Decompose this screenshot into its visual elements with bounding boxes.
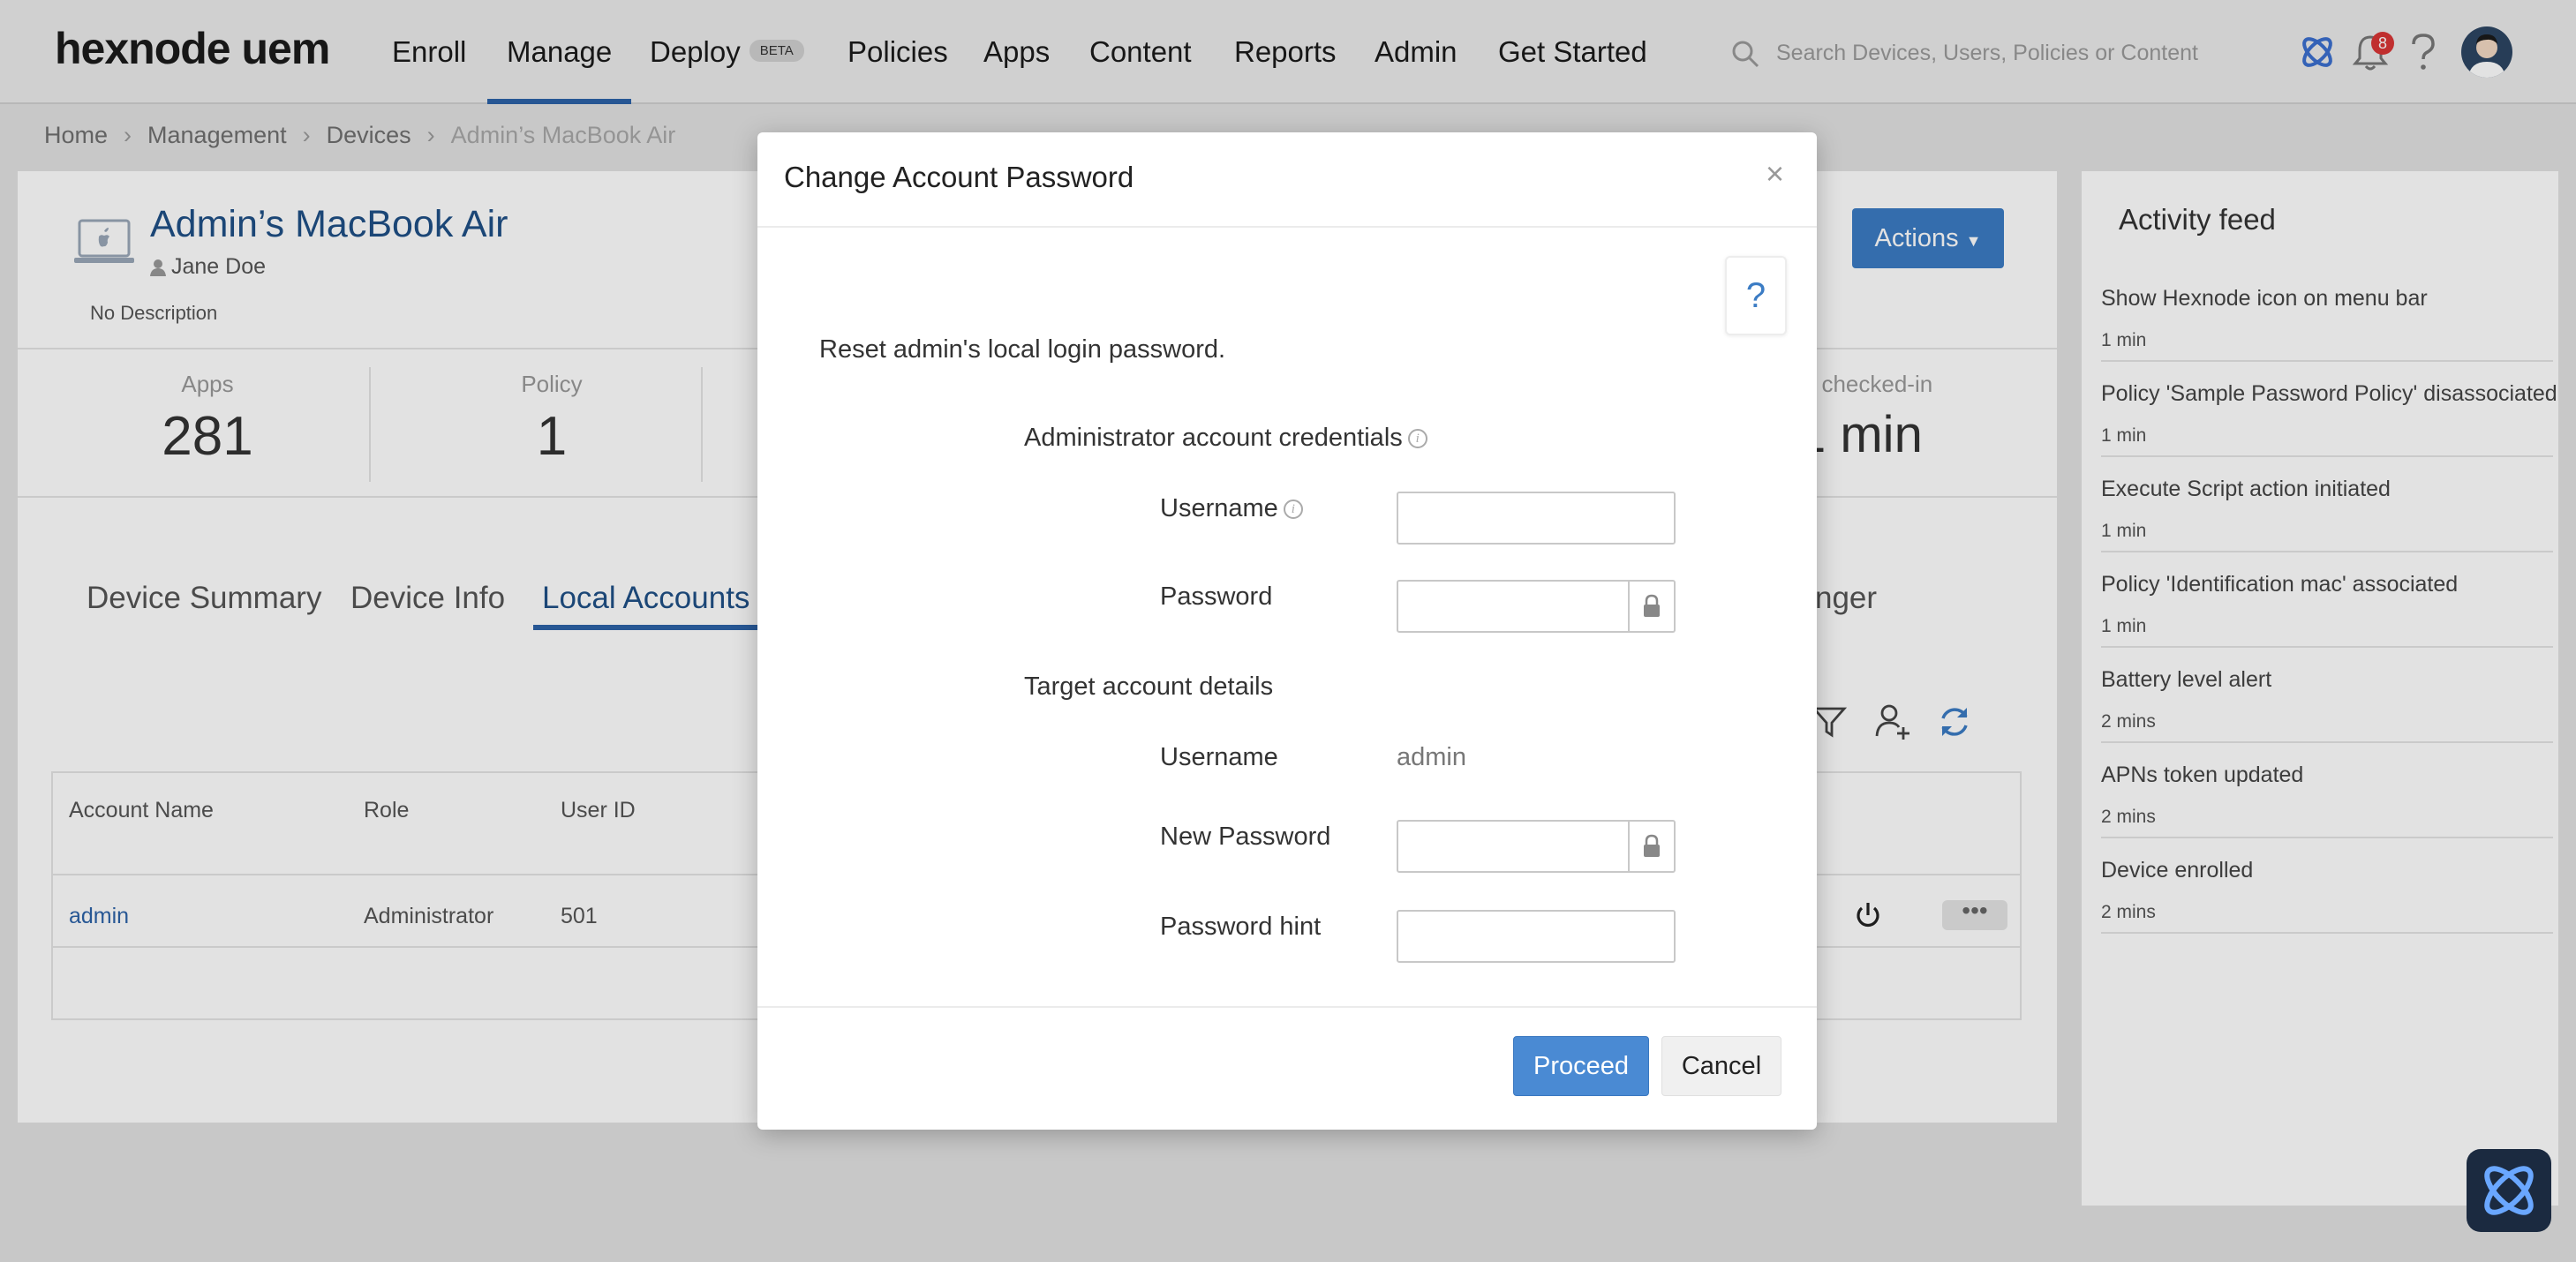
password-hint-input[interactable] bbox=[1397, 910, 1676, 963]
password-lock-toggle[interactable] bbox=[1630, 580, 1676, 633]
admin-credentials-heading: Administrator account credentials i bbox=[1024, 424, 1427, 453]
change-account-password-dialog: Change Account Password × ? Reset admin'… bbox=[757, 132, 1817, 1130]
target-account-heading: Target account details bbox=[1024, 672, 1274, 701]
new-password-label: New Password bbox=[1160, 823, 1331, 851]
admin-password-input[interactable] bbox=[1397, 580, 1630, 633]
new-password-lock-toggle[interactable] bbox=[1630, 820, 1676, 873]
info-icon[interactable]: i bbox=[1283, 500, 1303, 520]
close-icon[interactable]: × bbox=[1766, 155, 1784, 192]
admin-username-label: Username i bbox=[1160, 494, 1303, 523]
new-password-input[interactable] bbox=[1397, 820, 1630, 873]
target-username-label: Username bbox=[1160, 743, 1278, 771]
admin-password-label: Password bbox=[1160, 582, 1273, 611]
target-username-value: admin bbox=[1397, 743, 1466, 771]
dialog-header: Change Account Password × bbox=[757, 132, 1817, 228]
password-hint-label: Password hint bbox=[1160, 913, 1322, 941]
lock-icon bbox=[1644, 594, 1660, 617]
proceed-button[interactable]: Proceed bbox=[1513, 1036, 1649, 1096]
cancel-button[interactable]: Cancel bbox=[1661, 1036, 1781, 1096]
admin-username-label-text: Username bbox=[1160, 494, 1278, 522]
info-icon[interactable]: i bbox=[1407, 429, 1427, 449]
help-button[interactable]: ? bbox=[1725, 256, 1787, 335]
lock-icon bbox=[1644, 834, 1660, 857]
dialog-title: Change Account Password bbox=[784, 161, 1134, 193]
dialog-footer-divider bbox=[757, 1006, 1817, 1008]
chat-support-button[interactable] bbox=[2467, 1149, 2551, 1232]
dialog-intro-text: Reset admin's local login password. bbox=[819, 335, 1226, 364]
admin-username-input[interactable] bbox=[1397, 492, 1676, 545]
hexnode-chat-icon bbox=[2484, 1166, 2534, 1215]
admin-credentials-label: Administrator account credentials bbox=[1024, 424, 1403, 452]
